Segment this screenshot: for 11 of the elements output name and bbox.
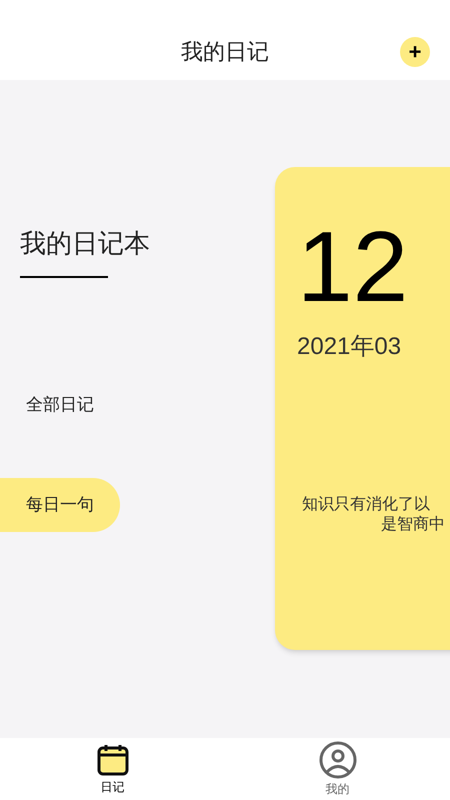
diary-card[interactable]: 12 2021年03 知识只有消化了以 是智商中 [275,167,450,650]
quote-text: 知识只有消化了以 是智商中 [301,495,446,535]
add-button[interactable]: + [400,37,430,67]
page-title: 我的日记 [181,38,269,66]
year-month: 2021年03 [297,332,402,362]
tab-item[interactable]: 日记 [0,738,225,800]
tab-item[interactable]: 我的 [225,738,450,800]
notebook-title: 我的日记本 [20,230,151,256]
menu-item[interactable]: 每日一句 [0,478,120,532]
menu-item[interactable]: 全部日记 [0,378,120,432]
day-number: 12 [297,217,408,317]
